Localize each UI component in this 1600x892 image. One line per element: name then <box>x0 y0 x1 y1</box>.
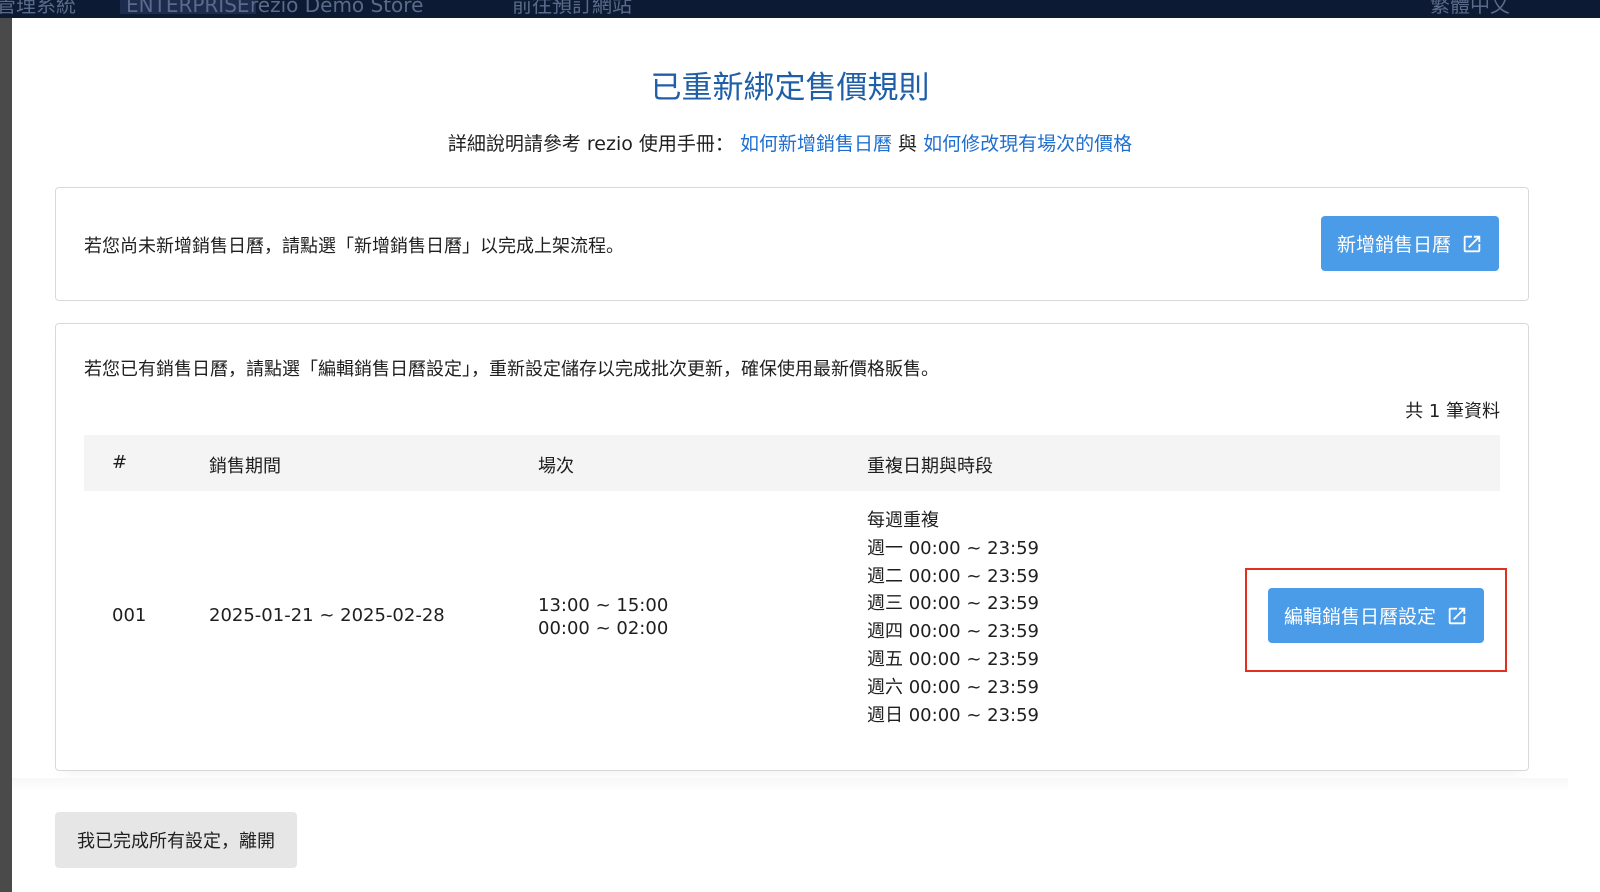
repeat-item: 週六 00:00 ~ 23:59 <box>867 676 1039 698</box>
modal-subtitle: 詳細說明請參考 rezio 使用手冊： 如何新增銷售日曆 與 如何修改現有場次的… <box>12 129 1568 156</box>
repeat-item: 週二 00:00 ~ 23:59 <box>867 565 1039 587</box>
repeat-item: 週五 00:00 ~ 23:59 <box>867 648 1039 670</box>
edit-sales-calendar-button[interactable]: 編輯銷售日曆設定 <box>1268 588 1484 643</box>
repeat-item: 週日 00:00 ~ 23:59 <box>867 704 1039 726</box>
plan-badge: ENTERPRISE <box>120 0 256 15</box>
table-header: # 銷售期間 場次 重複日期與時段 <box>84 435 1500 491</box>
add-sales-calendar-label: 新增銷售日曆 <box>1336 234 1451 256</box>
repeat-item: 週一 00:00 ~ 23:59 <box>867 537 1039 559</box>
edit-calendar-card: 若您已有銷售日曆，請點選「編輯銷售日曆設定」，重新設定儲存以完成批次更新，確保使… <box>55 323 1529 771</box>
link-modify-price[interactable]: 如何修改現有場次的價格 <box>923 133 1132 155</box>
session-item: 13:00 ~ 15:00 <box>538 595 669 616</box>
external-link-icon <box>1463 235 1481 252</box>
new-calendar-instruction: 若您尚未新增銷售日曆，請點選「新增銷售日曆」以完成上架流程。 <box>84 236 624 257</box>
app-name: 管理系統 <box>0 0 76 17</box>
row-sales-period: 2025-01-21 ~ 2025-02-28 <box>209 605 445 626</box>
new-calendar-card: 若您尚未新增銷售日曆，請點選「新增銷售日曆」以完成上架流程。 新增銷售日曆 <box>55 187 1529 301</box>
external-link-icon <box>1448 607 1466 624</box>
edit-calendar-instruction: 若您已有銷售日曆，請點選「編輯銷售日曆設定」，重新設定儲存以完成批次更新，確保使… <box>84 359 939 380</box>
app-sidebar <box>0 18 12 892</box>
modal-title: 已重新綁定售價規則 <box>650 70 930 106</box>
edit-sales-calendar-label: 編輯銷售日曆設定 <box>1283 606 1436 628</box>
repeat-item: 週三 00:00 ~ 23:59 <box>867 593 1039 615</box>
row-repeat-schedule: 每週重複 週一 00:00 ~ 23:59 週二 00:00 ~ 23:59 週… <box>867 507 1039 729</box>
subtitle-and: 與 <box>898 133 918 155</box>
record-count: 共 1 筆資料 <box>1405 401 1500 422</box>
rebind-price-rule-modal: 已重新綁定售價規則 詳細說明請參考 rezio 使用手冊： 如何新增銷售日曆 與… <box>12 18 1568 892</box>
app-top-bar: 管理系統 ENTERPRISE rezio Demo Store 前往預訂網站 … <box>0 0 1600 18</box>
link-new-calendar[interactable]: 如何新增銷售日曆 <box>740 133 892 155</box>
subtitle-prefix: 詳細說明請參考 rezio 使用手冊： <box>447 133 734 155</box>
finish-and-leave-button[interactable]: 我已完成所有設定，離開 <box>55 812 297 868</box>
add-sales-calendar-button[interactable]: 新增銷售日曆 <box>1321 216 1499 271</box>
store-selector[interactable]: rezio Demo Store <box>250 0 423 15</box>
row-sessions: 13:00 ~ 15:00 00:00 ~ 02:00 <box>538 594 668 640</box>
column-header-repeat: 重複日期與時段 <box>867 456 993 477</box>
goto-site-link[interactable]: 前往預訂網站 <box>512 0 632 15</box>
page-edge <box>1568 18 1600 892</box>
session-item: 00:00 ~ 02:00 <box>538 618 669 639</box>
column-header-sales-period: 銷售期間 <box>209 456 281 477</box>
repeat-item: 每週重複 <box>867 510 939 531</box>
row-number: 001 <box>112 605 147 626</box>
footer-divider <box>12 778 1568 792</box>
language-selector[interactable]: 繁體中文 <box>1430 0 1510 15</box>
repeat-item: 週四 00:00 ~ 23:59 <box>867 621 1039 643</box>
column-header-number: # <box>112 452 128 473</box>
column-header-sessions: 場次 <box>538 456 574 477</box>
